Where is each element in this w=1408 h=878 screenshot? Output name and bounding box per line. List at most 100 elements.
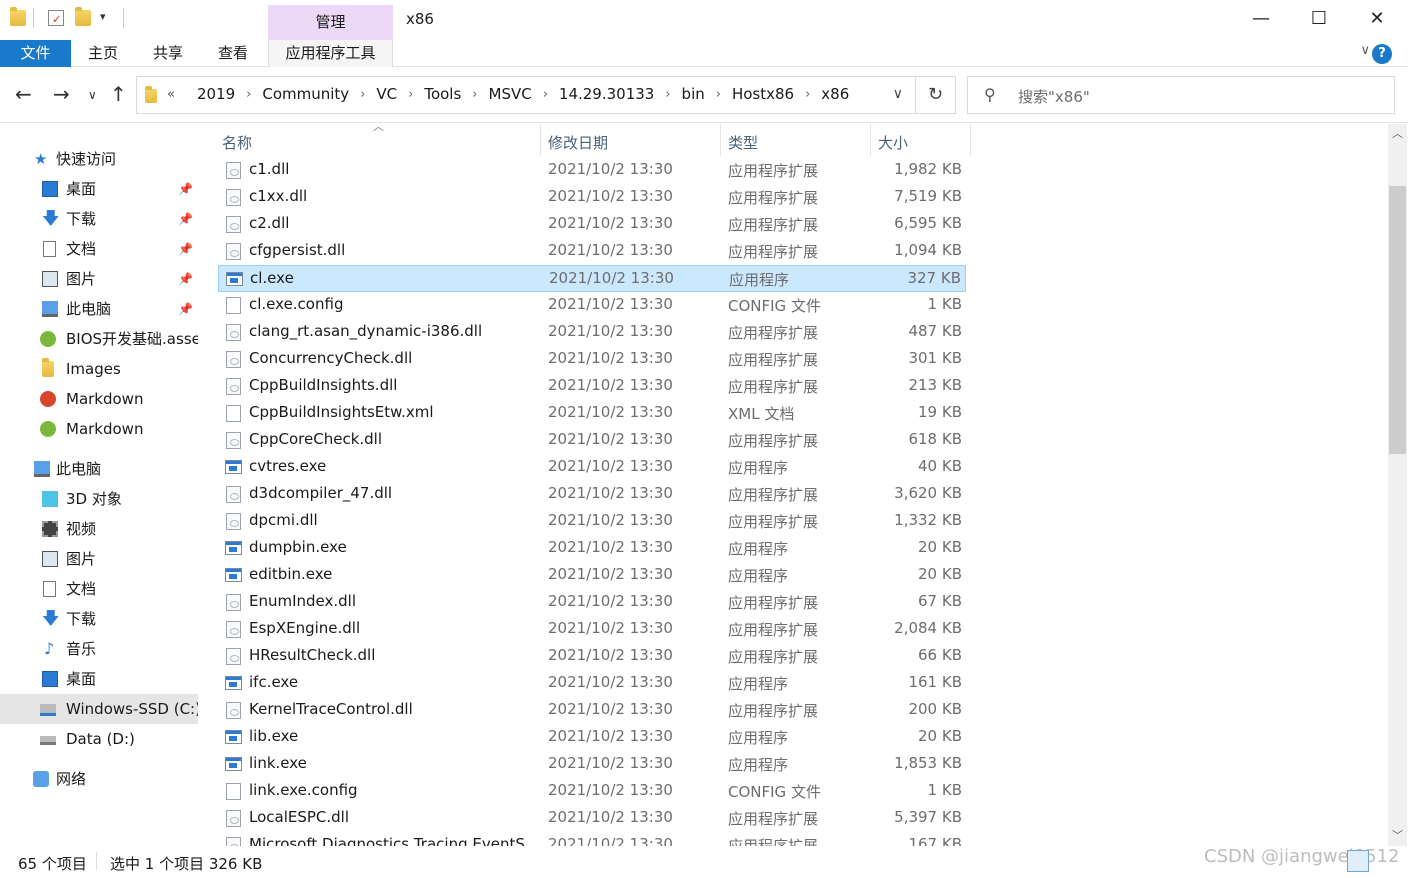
breadcrumb-overflow[interactable]: « (165, 87, 177, 102)
pin-icon[interactable]: 📌 (178, 204, 193, 234)
nav-network[interactable]: 网络 (0, 764, 198, 794)
scroll-up-icon[interactable]: ︿ (1388, 124, 1407, 144)
breadcrumb-vc[interactable]: VC (374, 85, 399, 103)
nav-item-drive-c[interactable]: Windows-SSD (C:) (0, 694, 198, 724)
tab-application-tools[interactable]: 应用程序工具 (268, 40, 393, 67)
nav-item-this-pc-quick[interactable]: 此电脑 📌 (0, 294, 198, 324)
file-row[interactable]: lib.exe 2021/10/2 13:30 应用程序 20 KB (218, 724, 966, 751)
file-row[interactable]: EspXEngine.dll 2021/10/2 13:30 应用程序扩展 2,084… (218, 616, 966, 643)
file-row[interactable]: cvtres.exe 2021/10/2 13:30 应用程序 40 KB (218, 454, 966, 481)
details-view-icon[interactable] (1347, 850, 1369, 872)
search-input[interactable]: ⚲ 搜索"x86" (967, 76, 1395, 114)
file-row[interactable]: ConcurrencyCheck.dll 2021/10/2 13:30 应用程序扩… (218, 346, 966, 373)
tab-view[interactable]: 查看 (208, 40, 258, 67)
nav-item-downloads-pc[interactable]: 🡇 下载 (0, 604, 198, 634)
column-name[interactable]: 名称 (222, 132, 252, 153)
tab-home[interactable]: 主页 (78, 40, 128, 67)
file-row[interactable]: cl.exe.config 2021/10/2 13:30 CONFIG 文件 1 K… (218, 292, 966, 319)
file-row[interactable]: c2.dll 2021/10/2 13:30 应用程序扩展 6,595 KB (218, 211, 966, 238)
new-folder-icon[interactable] (75, 7, 91, 26)
chevron-right-icon[interactable]: › (707, 87, 730, 102)
file-row[interactable]: EnumIndex.dll 2021/10/2 13:30 应用程序扩展 67 KB (218, 589, 966, 616)
recent-locations-icon[interactable]: ∨ (88, 88, 97, 102)
chevron-down-icon[interactable]: ∨ (893, 86, 903, 102)
column-divider[interactable] (970, 124, 971, 156)
file-row[interactable]: ifc.exe 2021/10/2 13:30 应用程序 161 KB (218, 670, 966, 697)
breadcrumb-version[interactable]: 14.29.30133 (557, 85, 656, 103)
pin-icon[interactable]: 📌 (178, 174, 193, 204)
column-type[interactable]: 类型 (728, 132, 758, 153)
pin-icon[interactable]: 📌 (178, 264, 193, 294)
nav-item-documents-pc[interactable]: 文档 (0, 574, 198, 604)
column-size[interactable]: 大小 (878, 132, 908, 153)
nav-quick-access[interactable]: ★ 快速访问 (0, 144, 198, 174)
nav-item-drive-d[interactable]: Data (D:) (0, 724, 198, 754)
up-arrow-icon[interactable]: ↑ (110, 82, 127, 106)
nav-item-desktop-pc[interactable]: 桌面 (0, 664, 198, 694)
file-row[interactable]: c1xx.dll 2021/10/2 13:30 应用程序扩展 7,519 KB (218, 184, 966, 211)
chevron-right-icon[interactable]: › (463, 87, 486, 102)
file-row[interactable]: cfgpersist.dll 2021/10/2 13:30 应用程序扩展 1,094… (218, 238, 966, 265)
nav-item-music[interactable]: ♪ 音乐 (0, 634, 198, 664)
forward-arrow-icon[interactable]: → (53, 82, 70, 106)
chevron-right-icon[interactable]: › (534, 87, 557, 102)
file-row[interactable]: dpcmi.dll 2021/10/2 13:30 应用程序扩展 1,332 KB (218, 508, 966, 535)
nav-this-pc[interactable]: 此电脑 (0, 454, 198, 484)
breadcrumb-x86[interactable]: x86 (819, 85, 851, 103)
pin-icon[interactable]: 📌 (178, 234, 193, 264)
address-bar[interactable]: « 2019 › Community › VC › Tools › MSVC ›… (136, 76, 916, 114)
breadcrumb-tools[interactable]: Tools (422, 85, 463, 103)
scroll-down-icon[interactable]: ﹀ (1388, 826, 1407, 846)
file-row[interactable]: CppBuildInsightsEtw.xml 2021/10/2 13:30 XM… (218, 400, 966, 427)
nav-item-bios[interactable]: BIOS开发基础.asse (0, 324, 198, 354)
chevron-right-icon[interactable]: › (351, 87, 374, 102)
nav-item-3d-objects[interactable]: 3D 对象 (0, 484, 198, 514)
nav-item-documents[interactable]: 文档 📌 (0, 234, 198, 264)
pin-icon[interactable]: 📌 (178, 294, 193, 324)
scrollbar-thumb[interactable] (1389, 186, 1406, 454)
file-row[interactable]: clang_rt.asan_dynamic-i386.dll 2021/10/2 … (218, 319, 966, 346)
quick-access-dropdown-icon[interactable]: ▾ (100, 10, 106, 23)
file-row[interactable]: HResultCheck.dll 2021/10/2 13:30 应用程序扩展 66 … (218, 643, 966, 670)
file-row[interactable]: editbin.exe 2021/10/2 13:30 应用程序 20 KB (218, 562, 966, 589)
breadcrumb-community[interactable]: Community (260, 85, 351, 103)
close-button[interactable]: ✕ (1348, 0, 1406, 38)
refresh-button[interactable]: ↻ (916, 76, 956, 114)
file-row[interactable]: c1.dll 2021/10/2 13:30 应用程序扩展 1,982 KB (218, 157, 966, 184)
column-divider[interactable] (870, 124, 871, 156)
help-icon[interactable]: ? (1372, 44, 1392, 64)
chevron-right-icon[interactable]: › (237, 87, 260, 102)
minimize-button[interactable]: — (1232, 0, 1290, 38)
tab-file[interactable]: 文件 (0, 40, 71, 67)
chevron-right-icon[interactable]: › (656, 87, 679, 102)
file-row[interactable]: link.exe 2021/10/2 13:30 应用程序 1,853 KB (218, 751, 966, 778)
file-row[interactable]: CppBuildInsights.dll 2021/10/2 13:30 应用程序扩… (218, 373, 966, 400)
nav-item-videos[interactable]: 视频 (0, 514, 198, 544)
breadcrumb-hostx86[interactable]: Hostx86 (730, 85, 796, 103)
tab-share[interactable]: 共享 (143, 40, 193, 67)
file-row[interactable]: dumpbin.exe 2021/10/2 13:30 应用程序 20 KB (218, 535, 966, 562)
nav-item-markdown-1[interactable]: Markdown (0, 384, 198, 414)
file-row[interactable]: Microsoft.Diagnostics.Tracing.EventS... 2… (218, 832, 966, 846)
column-date[interactable]: 修改日期 (548, 132, 608, 153)
maximize-button[interactable]: ☐ (1290, 0, 1348, 38)
file-row[interactable]: CppCoreCheck.dll 2021/10/2 13:30 应用程序扩展 618… (218, 427, 966, 454)
vertical-scrollbar[interactable]: ︿ ﹀ (1388, 124, 1407, 846)
back-arrow-icon[interactable]: ← (15, 82, 32, 106)
nav-item-pictures-pc[interactable]: 图片 (0, 544, 198, 574)
large-icons-view-icon[interactable] (1374, 850, 1396, 872)
nav-item-images[interactable]: Images (0, 354, 198, 384)
file-row[interactable]: link.exe.config 2021/10/2 13:30 CONFIG 文件 1… (218, 778, 966, 805)
ribbon-expand-icon[interactable]: ∨ (1360, 43, 1370, 58)
chevron-right-icon[interactable]: › (399, 87, 422, 102)
file-row[interactable]: cl.exe 2021/10/2 13:30 应用程序 327 KB (218, 265, 966, 292)
breadcrumb-2019[interactable]: 2019 (195, 85, 237, 103)
properties-icon[interactable]: ✓ (48, 10, 64, 26)
chevron-right-icon[interactable]: › (796, 87, 819, 102)
nav-item-markdown-2[interactable]: Markdown (0, 414, 198, 444)
nav-item-downloads[interactable]: 🡇 下载 📌 (0, 204, 198, 234)
nav-item-desktop[interactable]: 桌面 📌 (0, 174, 198, 204)
column-divider[interactable] (720, 124, 721, 156)
nav-item-pictures[interactable]: 图片 📌 (0, 264, 198, 294)
column-divider[interactable] (540, 124, 541, 156)
